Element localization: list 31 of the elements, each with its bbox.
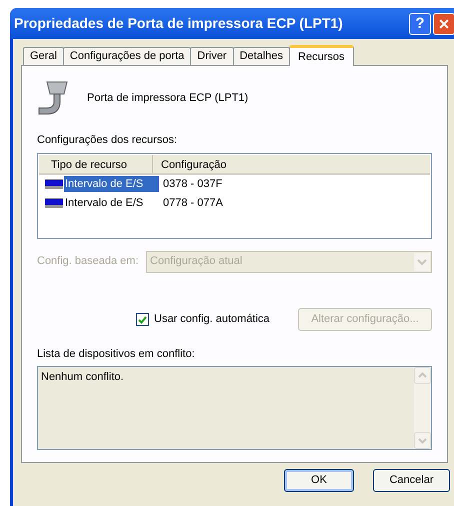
window-title: Propriedades de Porta de impressora ECP (LPT1) <box>14 14 344 33</box>
scroll-up-icon <box>414 367 431 384</box>
auto-config-checkbox[interactable] <box>136 313 149 326</box>
cancel-button[interactable]: Cancelar <box>373 469 450 492</box>
table-cell: Intervalo de E/S <box>64 176 159 192</box>
based-on-label: Config. baseada em: <box>37 254 140 270</box>
tab[interactable]: Recursos <box>289 45 354 66</box>
close-button[interactable]: × <box>433 12 454 34</box>
table-cell-text: 0778 - 077A <box>162 196 223 211</box>
ok-button[interactable]: OK <box>284 469 354 492</box>
chip-icon <box>45 179 63 189</box>
tab[interactable]: Detalhes <box>232 47 290 65</box>
conflicts-label: Lista de dispositivos em conflito: <box>37 346 196 362</box>
chip-icon <box>45 198 63 208</box>
tab[interactable]: Driver <box>190 47 234 65</box>
table-cell-text: 0378 - 037F <box>162 176 222 192</box>
device-name: Porta de impressora ECP (LPT1) <box>87 90 248 106</box>
tab[interactable]: Geral <box>23 47 64 65</box>
auto-config-label: Usar config. automática <box>154 312 270 328</box>
help-button[interactable]: ? <box>409 12 431 34</box>
resources-label: Configurações dos recursos: <box>37 133 178 148</box>
checkmark-icon <box>138 316 147 324</box>
resource-row[interactable]: Intervalo de E/S 0378 - 037F <box>39 174 430 194</box>
scroll-down-icon <box>414 432 431 449</box>
conflicts-text: Nenhum conflito. <box>40 370 125 385</box>
tab[interactable]: Configurações de porta <box>62 47 192 65</box>
resource-row[interactable]: Intervalo de E/S 0778 - 077A <box>39 194 430 212</box>
column-header[interactable]: Configuração <box>153 154 226 172</box>
conflicts-textbox[interactable]: Nenhum conflito. <box>37 366 432 450</box>
table-cell-text: Intervalo de E/S <box>64 196 144 211</box>
column-header[interactable]: Tipo de recurso <box>39 154 153 172</box>
